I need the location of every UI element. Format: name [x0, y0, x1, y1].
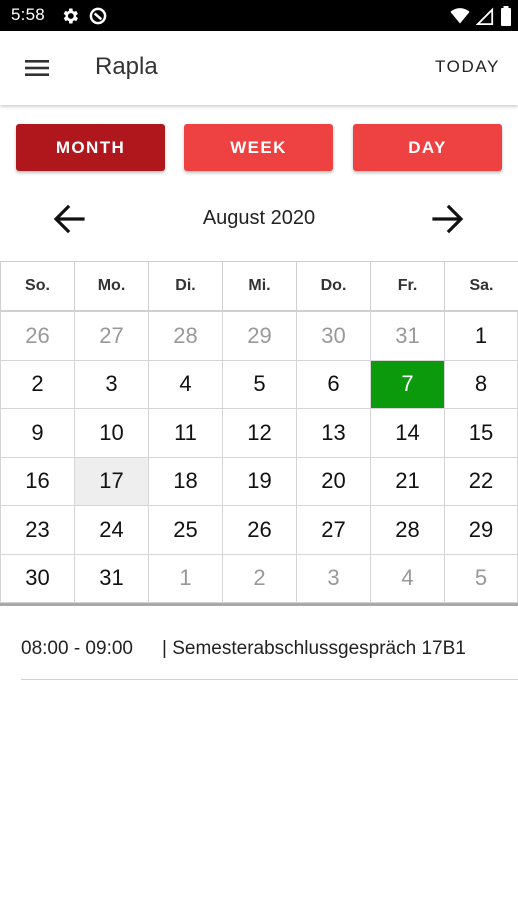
- weekday-label: So.: [0, 262, 74, 310]
- day-cell[interactable]: 26: [222, 506, 296, 555]
- status-bar: 5:58: [0, 0, 518, 31]
- weekday-label: Mo.: [74, 262, 148, 310]
- day-cell[interactable]: 20: [296, 457, 370, 506]
- day-cell[interactable]: 3: [296, 554, 370, 603]
- weekday-label: Di.: [148, 262, 222, 310]
- battery-icon: [501, 6, 511, 26]
- day-cell[interactable]: 29: [222, 312, 296, 361]
- day-cell[interactable]: 2: [222, 554, 296, 603]
- day-cell[interactable]: 13: [296, 409, 370, 458]
- weekday-label: Do.: [296, 262, 370, 310]
- day-cell[interactable]: 26: [0, 312, 74, 361]
- app-indicator-icon: [89, 7, 107, 25]
- today-button[interactable]: TODAY: [435, 57, 500, 77]
- day-cell[interactable]: 22: [444, 457, 518, 506]
- weekday-label: Fr.: [370, 262, 444, 310]
- day-cell[interactable]: 27: [296, 506, 370, 555]
- day-cell[interactable]: 9: [0, 409, 74, 458]
- calendar-days: 26 27 28 29 30 31 1 2 3 4 5 6 7 8 9 10 11 12 13 14 15 16 17 18 1…: [0, 312, 518, 603]
- event-time: 08:00 - 09:00: [21, 638, 133, 659]
- day-cell-today[interactable]: 7: [370, 360, 444, 409]
- day-cell[interactable]: 15: [444, 409, 518, 458]
- status-icons: [450, 5, 512, 27]
- day-cell[interactable]: 1: [444, 312, 518, 361]
- month-title: August 2020: [202, 207, 316, 229]
- day-cell[interactable]: 3: [74, 360, 148, 409]
- event-item[interactable]: 08:00 - 09:00 | Semesterabschlussgespräch…: [21, 636, 518, 680]
- weekday-label: Sa.: [444, 262, 518, 310]
- month-calendar: So. Mo. Di. Mi. Do. Fr. Sa. 26 27 28 29 30 31 1 2 3 4 5 6…: [0, 261, 518, 606]
- app-title: Rapla: [95, 53, 158, 80]
- day-cell-selected[interactable]: 17: [74, 457, 148, 506]
- day-cell[interactable]: 29: [444, 506, 518, 555]
- day-cell[interactable]: 12: [222, 409, 296, 458]
- day-cell[interactable]: 28: [148, 312, 222, 361]
- app-bar: Rapla TODAY: [0, 31, 518, 105]
- month-view-button[interactable]: MONTH: [16, 124, 165, 171]
- day-view-button[interactable]: DAY: [353, 124, 502, 171]
- day-cell[interactable]: 25: [148, 506, 222, 555]
- day-cell[interactable]: 6: [296, 360, 370, 409]
- day-cell[interactable]: 30: [0, 554, 74, 603]
- day-cell[interactable]: 27: [74, 312, 148, 361]
- wifi-icon: [450, 8, 470, 24]
- day-cell[interactable]: 28: [370, 506, 444, 555]
- day-cell[interactable]: 18: [148, 457, 222, 506]
- day-cell[interactable]: 19: [222, 457, 296, 506]
- day-cell[interactable]: 4: [370, 554, 444, 603]
- day-cell[interactable]: 2: [0, 360, 74, 409]
- day-cell[interactable]: 1: [148, 554, 222, 603]
- event-title: | Semesterabschlussgespräch 17B1: [162, 638, 466, 659]
- arrow-left-icon[interactable]: [52, 203, 86, 235]
- weekday-label: Mi.: [222, 262, 296, 310]
- day-cell[interactable]: 30: [296, 312, 370, 361]
- day-cell[interactable]: 21: [370, 457, 444, 506]
- signal-icon: [476, 7, 494, 25]
- weekday-header: So. Mo. Di. Mi. Do. Fr. Sa.: [0, 261, 518, 312]
- day-cell[interactable]: 11: [148, 409, 222, 458]
- day-cell[interactable]: 5: [444, 554, 518, 603]
- week-view-button[interactable]: WEEK: [184, 124, 333, 171]
- day-cell[interactable]: 10: [74, 409, 148, 458]
- menu-icon[interactable]: [22, 55, 52, 81]
- day-cell[interactable]: 14: [370, 409, 444, 458]
- day-cell[interactable]: 16: [0, 457, 74, 506]
- status-time: 5:58: [11, 5, 45, 24]
- day-cell[interactable]: 31: [74, 554, 148, 603]
- day-cell[interactable]: 4: [148, 360, 222, 409]
- day-cell[interactable]: 5: [222, 360, 296, 409]
- settings-icon: [63, 8, 78, 24]
- day-cell[interactable]: 23: [0, 506, 74, 555]
- day-cell[interactable]: 31: [370, 312, 444, 361]
- day-cell[interactable]: 24: [74, 506, 148, 555]
- day-cell[interactable]: 8: [444, 360, 518, 409]
- arrow-right-icon[interactable]: [431, 203, 465, 235]
